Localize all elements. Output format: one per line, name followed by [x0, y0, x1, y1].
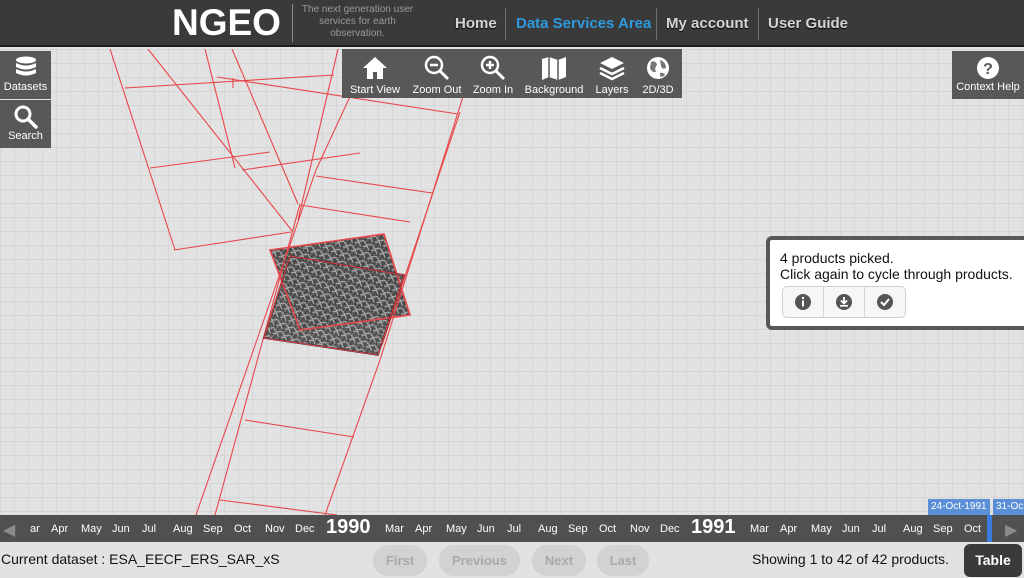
timeline-month: May — [446, 523, 467, 535]
timeline-range-end: 31-Oc — [993, 499, 1024, 515]
map-toolbar: Start View Zoom Out Zoom In Background L… — [342, 49, 682, 98]
globe-icon — [644, 54, 672, 85]
timeline-forward-arrow[interactable]: ▶ — [1005, 520, 1017, 540]
start-view-button[interactable]: Start View — [346, 49, 404, 98]
nav-data-services-area[interactable]: Data Services Area — [516, 15, 651, 32]
select-button[interactable] — [865, 287, 905, 317]
app-tagline: The next generation user services for ea… — [292, 4, 418, 42]
help-icon: ? — [952, 51, 1024, 81]
timeline-month: Jul — [142, 523, 157, 535]
timeline-month: Apr — [415, 523, 433, 535]
nav-home[interactable]: Home — [455, 15, 497, 32]
home-icon — [361, 54, 389, 85]
app-logo[interactable]: NGEO — [172, 2, 281, 44]
context-help-button[interactable]: ? Context Help — [952, 51, 1024, 99]
previous-page-button[interactable]: Previous — [439, 545, 520, 576]
layers-icon — [598, 54, 626, 85]
timeline-month: Dec — [660, 523, 680, 535]
download-button[interactable] — [824, 287, 865, 317]
timeline-month: Nov — [265, 523, 285, 535]
current-dataset-label: Current dataset : ESA_EECF_ERS_SAR_xS — [1, 551, 280, 567]
zoom-out-button[interactable]: Zoom Out — [408, 49, 466, 98]
timeline-month: May — [81, 523, 102, 535]
nav-divider — [758, 8, 759, 40]
table-button[interactable]: Table — [964, 544, 1022, 577]
timeline-month: Sep — [933, 523, 953, 535]
background-button[interactable]: Background — [522, 49, 586, 98]
search-button[interactable]: Search — [0, 100, 51, 148]
layers-button[interactable]: Layers — [590, 49, 634, 98]
zoom-in-button[interactable]: Zoom In — [468, 49, 518, 98]
timeline-month: Jun — [842, 523, 860, 535]
timeline-month: Sep — [568, 523, 588, 535]
timeline-month: Oct — [599, 523, 617, 535]
timeline-month: Apr — [51, 523, 69, 535]
popup-line-2: Click again to cycle through products. — [780, 266, 1013, 282]
svg-text:?: ? — [983, 61, 993, 78]
zoom-out-icon — [423, 54, 451, 85]
info-button[interactable] — [783, 287, 824, 317]
check-icon — [877, 294, 893, 310]
nav-divider — [505, 8, 506, 40]
top-navigation-bar: NGEO The next generation user services f… — [0, 0, 1024, 47]
timeline-month: Jul — [507, 523, 522, 535]
timeline-month: May — [811, 523, 832, 535]
results-status-bar: Current dataset : ESA_EECF_ERS_SAR_xS Fi… — [0, 542, 1024, 578]
last-page-button[interactable]: Last — [597, 545, 649, 576]
timeline-month: Sep — [203, 523, 223, 535]
first-page-button[interactable]: First — [373, 545, 427, 576]
timeline-year: 1991 — [691, 516, 736, 538]
zoom-in-icon — [479, 54, 507, 85]
view-mode-button[interactable]: 2D/3D — [638, 49, 678, 98]
timeline-month: Nov — [630, 523, 650, 535]
result-count: Showing 1 to 42 of 42 products. — [752, 551, 949, 567]
timeline-month: ar — [30, 523, 40, 535]
timeline-month: Aug — [903, 523, 923, 535]
timeline-range-start: 24-Oct-1991 — [928, 499, 990, 515]
map-icon — [540, 54, 568, 85]
timeline-month: Oct — [234, 523, 252, 535]
timeline-year: 1990 — [326, 516, 371, 538]
picked-products-popup: 4 products picked. Click again to cycle … — [766, 236, 1024, 330]
download-icon — [836, 294, 852, 310]
timeline-month: Mar — [750, 523, 769, 535]
nav-divider — [656, 8, 657, 40]
timeline-selection-handle[interactable] — [987, 515, 992, 542]
timeline-month: Jun — [477, 523, 495, 535]
timeline-month: Jun — [112, 523, 130, 535]
timeline-month: Dec — [295, 523, 315, 535]
timeline-month: Mar — [385, 523, 404, 535]
timeline-month: Apr — [780, 523, 798, 535]
info-icon — [795, 294, 811, 310]
timeline-bar[interactable]: ◀ ▶ ar Apr May Jun Jul Aug Sep Oct Nov D… — [0, 515, 1024, 542]
datasets-button[interactable]: Datasets — [0, 51, 51, 99]
nav-my-account[interactable]: My account — [666, 15, 749, 32]
timeline-month: Aug — [173, 523, 193, 535]
database-icon — [0, 51, 51, 81]
popup-line-1: 4 products picked. — [780, 250, 894, 266]
timeline-month: Oct — [964, 523, 982, 535]
timeline-month: Jul — [872, 523, 887, 535]
popup-button-group — [782, 286, 906, 318]
nav-user-guide[interactable]: User Guide — [768, 15, 848, 32]
timeline-back-arrow[interactable]: ◀ — [3, 520, 15, 540]
timeline-month: Aug — [538, 523, 558, 535]
next-page-button[interactable]: Next — [532, 545, 586, 576]
search-icon — [0, 100, 51, 130]
